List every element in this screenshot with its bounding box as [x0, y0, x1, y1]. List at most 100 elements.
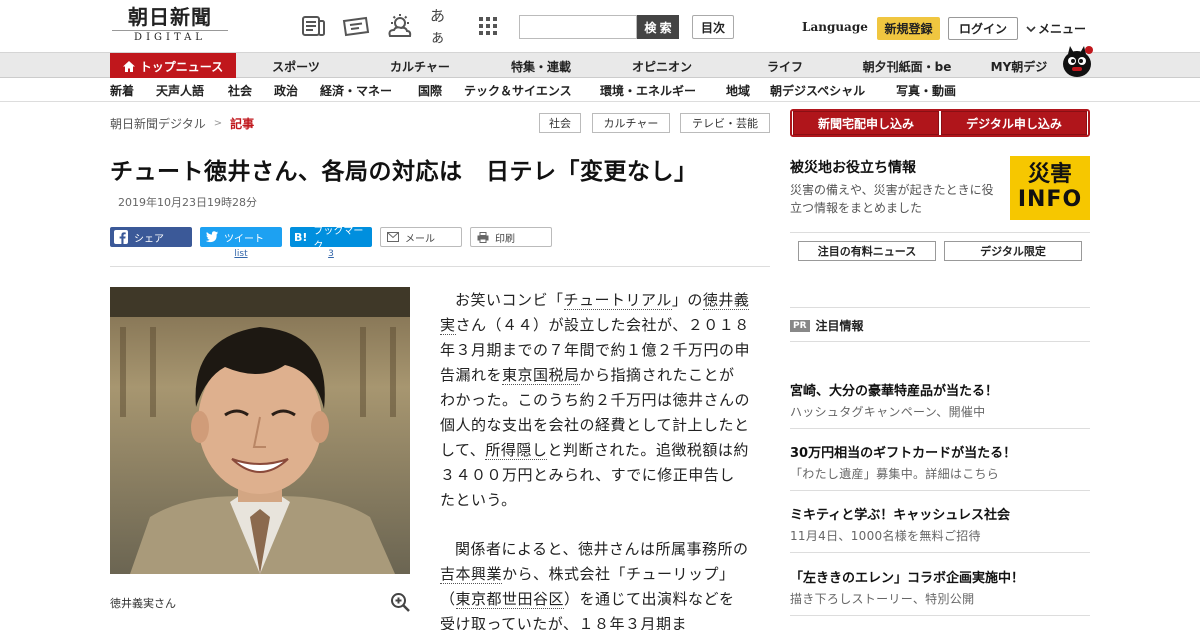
- promo-sub[interactable]: 描き下ろしストーリー、特別公開: [790, 590, 974, 607]
- article-paragraph: お笑いコンビ「チュートリアル」の徳井義実さん（４４）が設立した会社が、２０１８年…: [440, 288, 750, 513]
- category-top-news[interactable]: トップニュース: [110, 53, 236, 79]
- print-label: 印刷: [495, 233, 515, 245]
- sidebar-divider: [790, 341, 1090, 342]
- text-span: お笑いコンビ「: [455, 291, 564, 309]
- sub-nav: 新着 天声人語 社会 政治 経済・マネー 国際 テック＆サイエンス 環境・エネル…: [0, 78, 1200, 102]
- digital-subscribe-button[interactable]: デジタル申し込み: [941, 111, 1087, 135]
- toc-button[interactable]: 目次: [692, 15, 734, 39]
- subnav-item[interactable]: 国際: [418, 78, 442, 102]
- sidebar-divider: [790, 490, 1090, 491]
- keyword-link[interactable]: 吉本興業: [440, 565, 503, 584]
- promo-title[interactable]: ミキティと学ぶ！キャッシュレス社会: [790, 504, 1010, 523]
- promo-title[interactable]: 30万円相当のギフトカードが当たる！: [790, 442, 1016, 461]
- tag-culture[interactable]: カルチャー: [592, 113, 670, 133]
- subnav-item[interactable]: 社会: [228, 78, 252, 102]
- tab-paid-news[interactable]: 注目の有料ニュース: [798, 241, 936, 261]
- twitter-count[interactable]: list: [200, 249, 282, 259]
- home-icon: [122, 60, 135, 72]
- article-photo[interactable]: [110, 287, 410, 574]
- facebook-share-button[interactable]: シェア: [110, 227, 192, 247]
- grid-icon[interactable]: [474, 14, 502, 38]
- sidebar-divider: [790, 428, 1090, 429]
- twitter-share-label: ツイート: [224, 233, 264, 245]
- ticket-icon[interactable]: [342, 14, 370, 38]
- search-input[interactable]: [519, 15, 637, 39]
- font-size-icon[interactable]: あぁ: [430, 7, 458, 46]
- promo-title[interactable]: 宮崎、大分の豪華特産品が当たる！: [790, 380, 998, 399]
- category-culture[interactable]: カルチャー: [372, 53, 468, 79]
- disaster-info-title[interactable]: 被災地お役立ち情報: [790, 157, 916, 177]
- category-sports[interactable]: スポーツ: [248, 53, 344, 79]
- keyword-link[interactable]: 東京都世田谷区: [455, 590, 565, 609]
- breadcrumb: 朝日新聞デジタル > 記事: [110, 115, 254, 132]
- pr-badge: PR: [790, 319, 810, 332]
- subnav-item[interactable]: テック＆サイエンス: [464, 78, 572, 102]
- keyword-link[interactable]: 所得隠し: [485, 441, 548, 460]
- pr-header: PR 注目情報: [790, 317, 864, 334]
- subnav-item[interactable]: 政治: [274, 78, 298, 102]
- site-logo[interactable]: 朝日新聞 DIGITAL: [112, 6, 228, 46]
- hatena-bookmark-button[interactable]: B! ブックマーク: [290, 226, 372, 252]
- disaster-info-desc[interactable]: 災害の備えや、災害が起きたときに役立つ情報をまとめました: [790, 181, 1005, 217]
- category-my-asadigi[interactable]: MY朝デジ: [980, 53, 1058, 79]
- disaster-info-logo[interactable]: 災害 INFO: [1010, 156, 1090, 220]
- category-nav: トップニュース スポーツ カルチャー 特集・連載 オピニオン ライフ 朝夕刊紙面…: [0, 52, 1200, 79]
- newspaper-icon[interactable]: [300, 14, 328, 38]
- site-header: 朝日新聞 DIGITAL あぁ 検 索 目次 Language 新規登録 ログイ…: [0, 0, 1200, 52]
- category-life[interactable]: ライフ: [737, 53, 833, 79]
- tag-tv-entertainment[interactable]: テレビ・芸能: [680, 113, 770, 133]
- disaster-logo-line1: 災害: [1027, 162, 1072, 187]
- newspaper-subscribe-button[interactable]: 新聞宅配申し込み: [793, 111, 939, 135]
- breadcrumb-home[interactable]: 朝日新聞デジタル: [110, 115, 206, 132]
- logo-main-text: 朝日新聞: [128, 5, 212, 29]
- article-headline: チュート徳井さん、各局の対応は 日テレ「変更なし」: [110, 159, 698, 185]
- promo-title[interactable]: 「左ききのエレン」コラボ企画実施中！: [790, 567, 1024, 586]
- category-features[interactable]: 特集・連載: [493, 53, 589, 79]
- category-opinion[interactable]: オピニオン: [614, 53, 710, 79]
- category-newspaper-be[interactable]: 朝夕刊紙面・be: [852, 53, 962, 79]
- logo-sub-text: DIGITAL: [112, 30, 228, 44]
- hatena-count[interactable]: 3: [290, 249, 372, 259]
- promo-sub[interactable]: 「わたし遺産」募集中。詳細はこちら: [790, 465, 999, 482]
- keyword-link[interactable]: 東京国税局: [502, 366, 580, 385]
- menu-label: メニュー: [1038, 22, 1087, 36]
- category-label: トップニュース: [139, 59, 224, 74]
- hatena-icon: B!: [294, 230, 308, 244]
- subnav-item[interactable]: 環境・エネルギー: [600, 78, 696, 102]
- subnav-item[interactable]: 新着: [110, 78, 134, 102]
- weather-icon[interactable]: [386, 14, 414, 38]
- mail-icon: [387, 232, 399, 242]
- article-paragraph: 関係者によると、徳井さんは所属事務所の吉本興業から、株式会社「チューリップ」（東…: [440, 537, 750, 630]
- subnav-item[interactable]: 経済・マネー: [320, 78, 392, 102]
- sidebar-divider: [790, 615, 1090, 616]
- twitter-share-button[interactable]: ツイート: [200, 227, 282, 247]
- breadcrumb-current: 記事: [230, 117, 255, 131]
- hatena-label: ブックマーク: [313, 226, 364, 252]
- promo-sub[interactable]: 11月4日、1000名様を無料ご招待: [790, 527, 981, 544]
- share-divider: [110, 266, 770, 267]
- subnav-item[interactable]: 朝デジスペシャル: [770, 78, 865, 102]
- register-button[interactable]: 新規登録: [877, 17, 940, 40]
- mail-share-button[interactable]: メール: [380, 227, 462, 247]
- chevron-down-icon: [1026, 25, 1036, 32]
- breadcrumb-separator: >: [213, 118, 223, 129]
- subnav-item[interactable]: 写真・動画: [896, 78, 956, 102]
- language-link[interactable]: Language: [802, 20, 868, 34]
- tag-society[interactable]: 社会: [539, 113, 581, 133]
- twitter-icon: [205, 231, 218, 243]
- article-body: お笑いコンビ「チュートリアル」の徳井義実さん（４４）が設立した会社が、２０１８年…: [440, 288, 750, 630]
- keyword-link[interactable]: チュートリアル: [563, 291, 672, 310]
- print-icon: [477, 231, 489, 243]
- zoom-in-icon[interactable]: [390, 592, 410, 612]
- search-button[interactable]: 検 索: [637, 15, 679, 39]
- menu-button[interactable]: メニュー: [1026, 20, 1086, 37]
- subnav-item[interactable]: 地域: [726, 78, 750, 102]
- promo-sub[interactable]: ハッシュタグキャンペーン、開催中: [790, 403, 985, 420]
- login-button[interactable]: ログイン: [948, 17, 1018, 40]
- print-button[interactable]: 印刷: [470, 227, 552, 247]
- subnav-item[interactable]: 天声人語: [156, 78, 204, 102]
- article-date: 2019年10月23日19時28分: [118, 196, 257, 209]
- sidebar-divider: [790, 232, 1090, 233]
- tab-digital-only[interactable]: デジタル限定: [944, 241, 1082, 261]
- mascot-icon[interactable]: [1060, 44, 1094, 78]
